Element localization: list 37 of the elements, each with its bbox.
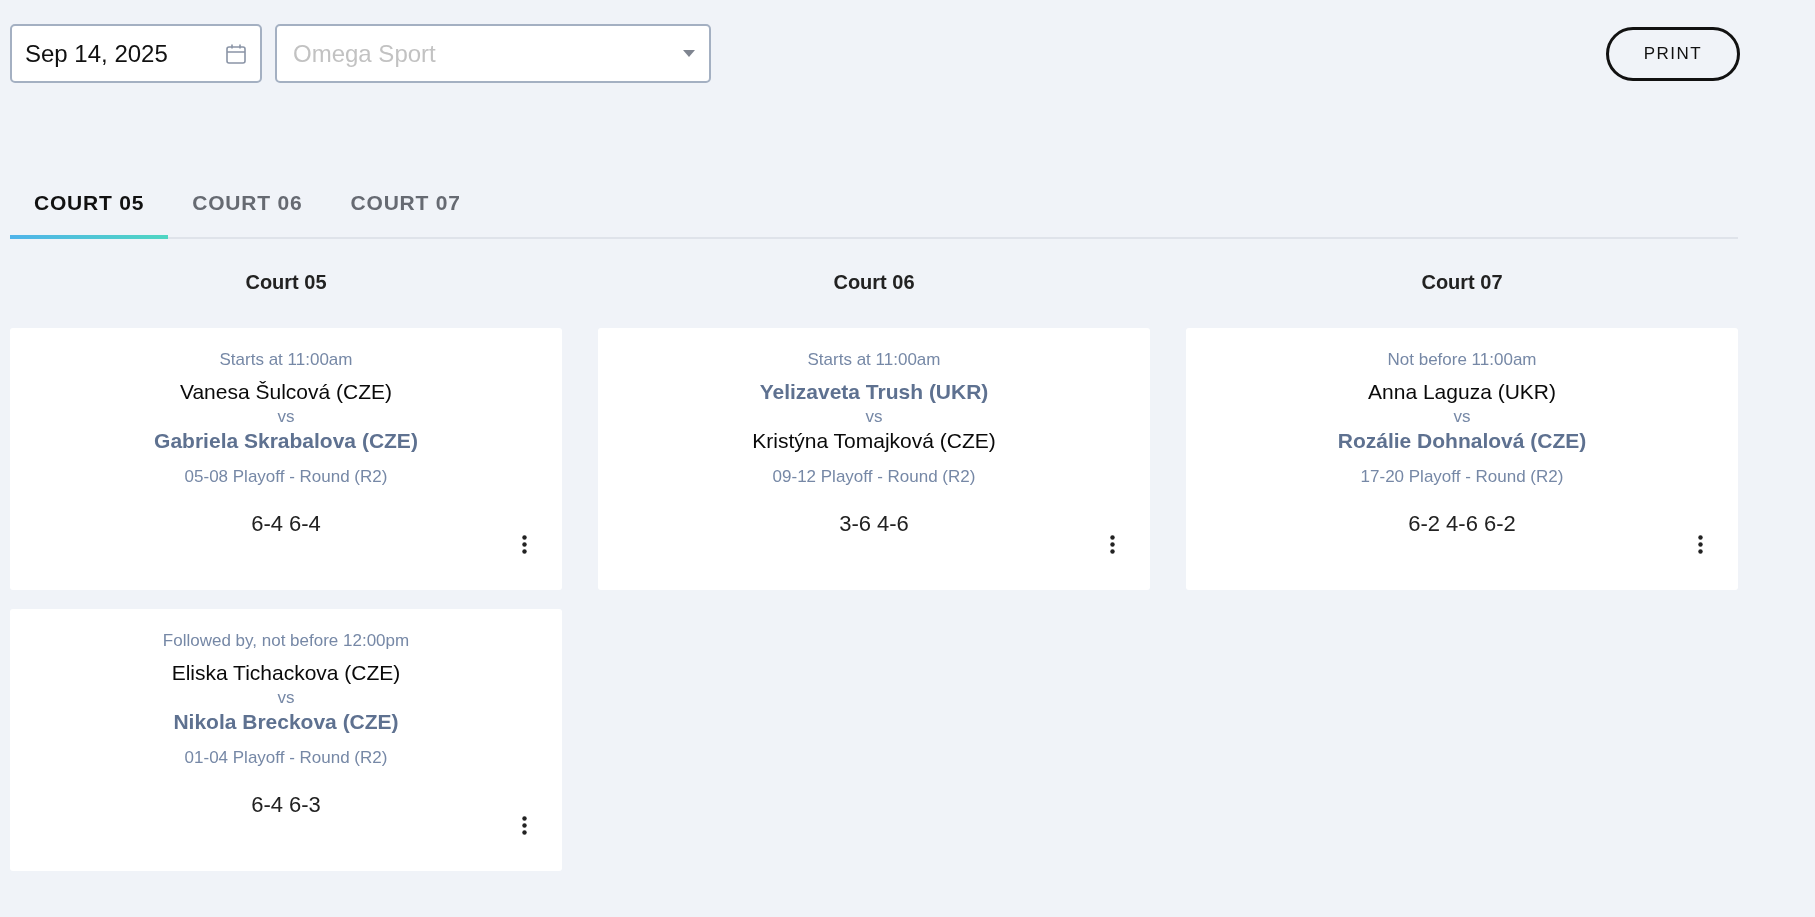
court-tab[interactable]: COURT 06 xyxy=(168,175,327,239)
round-label: 17-20 Playoff - Round (R2) xyxy=(1360,467,1564,487)
more-icon xyxy=(521,534,527,554)
player-name: Gabriela Skrabalova (CZE) xyxy=(154,429,418,453)
vs-label: vs xyxy=(277,688,295,708)
vs-label: vs xyxy=(277,407,295,427)
match-score: 6-4 6-4 xyxy=(251,511,321,537)
match-time: Followed by, not before 12:00pm xyxy=(162,631,410,651)
more-icon xyxy=(1109,534,1115,554)
round-label: 09-12 Playoff - Round (R2) xyxy=(772,467,976,487)
player-name: Anna Laguza (UKR) xyxy=(1368,380,1556,404)
player-name: Kristýna Tomajková (CZE) xyxy=(752,429,996,453)
court-heading: Court 07 xyxy=(1420,270,1504,295)
match-score: 6-2 4-6 6-2 xyxy=(1408,511,1516,537)
match-time: Starts at 11:00am xyxy=(807,350,941,370)
round-label: 05-08 Playoff - Round (R2) xyxy=(184,467,388,487)
player-name: Yelizaveta Trush (UKR) xyxy=(759,380,989,404)
court-heading: Court 05 xyxy=(244,270,328,295)
vs-label: vs xyxy=(865,407,883,427)
more-icon xyxy=(521,815,527,835)
vs-label: vs xyxy=(1453,407,1471,427)
more-icon xyxy=(1697,534,1703,554)
round-label: 01-04 Playoff - Round (R2) xyxy=(184,748,388,768)
court-heading: Court 06 xyxy=(832,270,916,295)
match-time: Starts at 11:00am xyxy=(219,350,353,370)
match-time: Not before 11:00am xyxy=(1387,350,1537,370)
player-name: Eliska Tichackova (CZE) xyxy=(171,661,401,685)
match-score: 6-4 6-3 xyxy=(251,792,321,818)
court-tab[interactable]: COURT 07 xyxy=(326,175,485,239)
match-score: 3-6 4-6 xyxy=(839,511,909,537)
caret-icon xyxy=(683,50,695,57)
date-field[interactable]: Sep 14, 2025 xyxy=(10,24,262,83)
player-name: Vanesa Šulcová (CZE) xyxy=(180,380,392,404)
player-name: Nikola Breckova (CZE) xyxy=(173,710,399,734)
player-name: Rozálie Dohnalová (CZE) xyxy=(1337,429,1587,453)
print-button[interactable]: PRINT xyxy=(1606,26,1740,81)
court-tab[interactable]: COURT 05 xyxy=(10,175,169,239)
